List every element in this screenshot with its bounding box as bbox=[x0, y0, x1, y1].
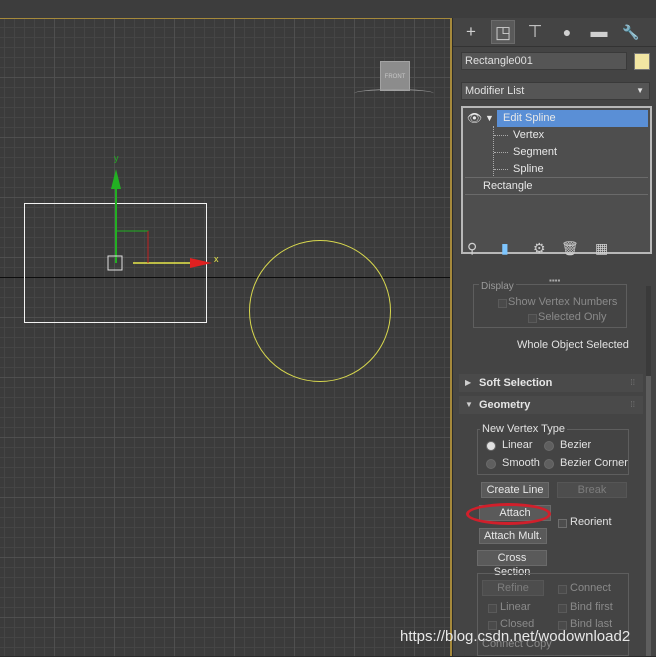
gizmo-y-arrow bbox=[111, 169, 121, 189]
smooth-label: Smooth bbox=[502, 457, 540, 469]
viewport-front[interactable]: y x FRONT bbox=[0, 18, 452, 656]
modifier-list-dropdown[interactable]: Modifier List ▼ bbox=[461, 82, 650, 100]
soft-selection-title: Soft Selection bbox=[479, 377, 553, 389]
bezier-label: Bezier bbox=[560, 439, 592, 451]
viewcube[interactable]: FRONT bbox=[380, 61, 410, 91]
make-unique-icon[interactable]: ⚙ bbox=[533, 240, 546, 257]
chevron-down-icon: ▼ bbox=[636, 86, 644, 95]
bind-first-checkbox[interactable] bbox=[558, 604, 567, 613]
connect-label: Connect bbox=[570, 582, 611, 594]
attach-mult-button[interactable]: Attach Mult. bbox=[479, 528, 547, 544]
create-line-button[interactable]: Create Line bbox=[481, 482, 549, 498]
smooth-radio[interactable] bbox=[486, 459, 496, 469]
triangle-down-icon: ▼ bbox=[465, 400, 473, 409]
stack-item-spline[interactable]: Spline bbox=[513, 161, 544, 177]
new-vertex-type-group: New Vertex Type Linear Bezier Smooth Bez… bbox=[477, 423, 629, 475]
panel-scrollbar[interactable] bbox=[646, 286, 651, 656]
stack-tree-branch bbox=[494, 135, 508, 136]
stack-toolbar: ⚲ ▮ ⚙ 🗑 ▦ bbox=[461, 240, 651, 262]
gizmo-plane-handle bbox=[116, 230, 149, 263]
refine-button[interactable]: Refine bbox=[482, 580, 544, 596]
object-color-swatch[interactable] bbox=[634, 53, 650, 70]
cross-section-button[interactable]: Cross Section bbox=[477, 550, 547, 578]
command-panel: + ◳ ⊤ ● ▬ 🔧 Rectangle001 Modifier List ▼… bbox=[453, 18, 656, 656]
display-group-title: Display bbox=[479, 281, 516, 292]
selected-only-label: Selected Only bbox=[538, 311, 607, 323]
connect-checkbox[interactable] bbox=[558, 585, 567, 594]
utilities-icon[interactable]: 🔧 bbox=[619, 20, 643, 44]
top-strip bbox=[0, 0, 656, 18]
show-vertex-numbers-checkbox[interactable] bbox=[498, 299, 507, 308]
attach-highlight-annotation bbox=[466, 503, 551, 525]
stack-item-segment[interactable]: Segment bbox=[513, 144, 557, 160]
stack-separator bbox=[465, 194, 648, 195]
selected-only-checkbox[interactable] bbox=[528, 314, 537, 323]
geometry-title: Geometry bbox=[479, 399, 531, 411]
stack-tree-branch bbox=[494, 169, 508, 170]
remove-modifier-icon[interactable]: 🗑 bbox=[561, 240, 579, 257]
transform-gizmo[interactable] bbox=[0, 19, 452, 657]
reorient-checkbox[interactable] bbox=[558, 519, 567, 528]
grip-icon: ⁞⁞ bbox=[630, 378, 635, 387]
refine-linear-label: Linear bbox=[500, 601, 531, 613]
gizmo-x-arrow bbox=[190, 258, 212, 268]
geometry-rollout-header[interactable]: ▼ Geometry ⁞⁞ bbox=[459, 396, 643, 414]
stack-item-edit-spline[interactable]: Edit Spline bbox=[503, 110, 556, 126]
soft-selection-rollout-header[interactable]: ▶ Soft Selection ⁞⁞ bbox=[459, 374, 643, 392]
reorient-label: Reorient bbox=[570, 516, 612, 528]
stack-item-rectangle[interactable]: Rectangle bbox=[483, 178, 533, 194]
command-panel-tabs: + ◳ ⊤ ● ▬ 🔧 bbox=[453, 18, 656, 47]
bezier-radio[interactable] bbox=[544, 441, 554, 451]
rollout-area: Display Show Vertex Numbers Selected Onl… bbox=[459, 281, 645, 656]
bezier-corner-radio[interactable] bbox=[544, 459, 554, 469]
linear-radio[interactable] bbox=[486, 441, 496, 451]
stack-tree-branch bbox=[494, 152, 508, 153]
triangle-right-icon: ▶ bbox=[465, 378, 472, 387]
show-end-result-icon[interactable]: ▮ bbox=[501, 240, 509, 257]
watermark-text: https://blog.csdn.net/wodownload2 bbox=[400, 628, 631, 645]
hierarchy-icon[interactable]: ⊤ bbox=[523, 20, 547, 44]
plus-icon[interactable]: + bbox=[459, 20, 483, 44]
motion-icon[interactable]: ● bbox=[555, 20, 579, 44]
axis-y-label: y bbox=[114, 153, 119, 163]
panel-scrollbar-thumb[interactable] bbox=[646, 376, 651, 656]
modifier-list-label: Modifier List bbox=[465, 85, 525, 97]
viewcube-ring[interactable] bbox=[354, 89, 434, 98]
grip-icon: ⁞⁞ bbox=[630, 400, 635, 409]
axis-x-label: x bbox=[214, 254, 219, 264]
selection-status: Whole Object Selected bbox=[517, 339, 629, 351]
triangle-down-icon[interactable]: ▼ bbox=[485, 110, 494, 126]
pin-stack-icon[interactable]: ⚲ bbox=[467, 240, 477, 257]
stack-item-vertex[interactable]: Vertex bbox=[513, 127, 544, 143]
configure-sets-icon[interactable]: ▦ bbox=[595, 240, 608, 257]
bind-first-label: Bind first bbox=[570, 601, 613, 613]
modifier-stack[interactable]: 👁 ▼ Edit Spline Vertex Segment Spline Re… bbox=[461, 106, 652, 254]
object-name-field[interactable]: Rectangle001 bbox=[461, 52, 627, 70]
bezier-corner-label: Bezier Corner bbox=[560, 457, 628, 469]
display-icon[interactable]: ▬ bbox=[587, 20, 611, 44]
eye-icon[interactable]: 👁 bbox=[467, 110, 482, 126]
refine-linear-checkbox[interactable] bbox=[488, 604, 497, 613]
new-vertex-type-title: New Vertex Type bbox=[480, 423, 567, 435]
show-vertex-numbers-label: Show Vertex Numbers bbox=[508, 296, 618, 308]
modify-icon[interactable]: ◳ bbox=[491, 20, 515, 44]
linear-label: Linear bbox=[502, 439, 533, 451]
display-group: Display Show Vertex Numbers Selected Onl… bbox=[473, 281, 627, 328]
break-button[interactable]: Break bbox=[557, 482, 627, 498]
